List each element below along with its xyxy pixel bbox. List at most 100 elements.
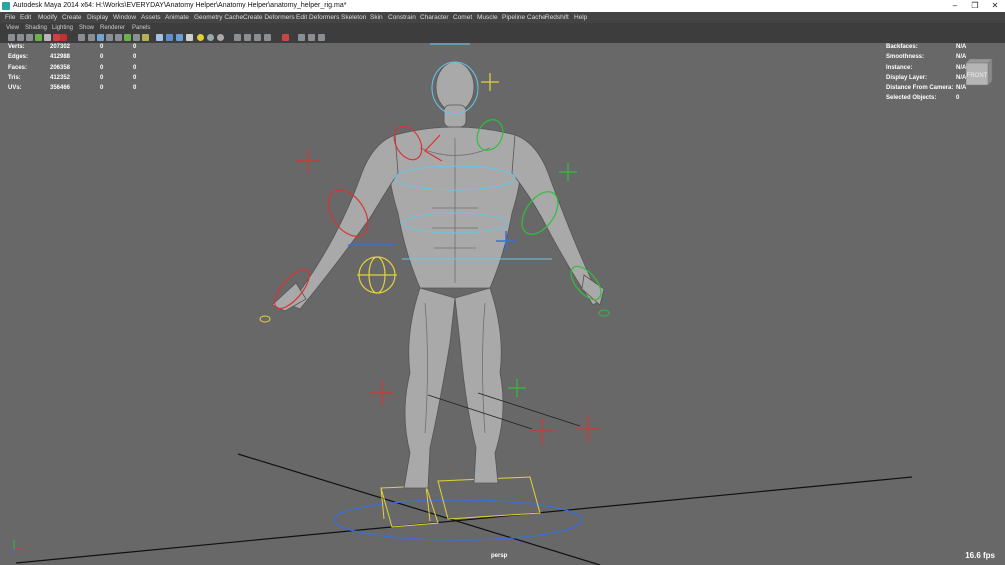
axis-gizmo-icon (9, 540, 22, 554)
panel-menu-show[interactable]: Show (79, 23, 94, 33)
hud-value: 207302 (50, 44, 71, 50)
hud-label: Tris: (8, 74, 21, 81)
menu-edit-deformers[interactable]: Edit Deformers (296, 12, 339, 23)
scene-canvas (9, 43, 913, 565)
isolate-icon[interactable] (142, 34, 149, 41)
close-button[interactable]: ✕ (985, 0, 1005, 12)
depth-of-field-icon[interactable] (254, 34, 261, 41)
grid-axis-line (15, 476, 913, 564)
pole-vector-lines (427, 392, 581, 430)
hud-label: Edges: (8, 54, 29, 61)
menu-create-deformers[interactable]: Create Deformers (243, 12, 295, 23)
hud-value: N/A (956, 44, 967, 50)
menu-comet[interactable]: Comet (453, 12, 472, 23)
hud-value: 0 (100, 64, 104, 71)
hud-value: 0 (133, 54, 137, 61)
ambient-occlusion-icon[interactable] (217, 34, 224, 41)
grid-icon[interactable] (78, 34, 85, 41)
minimize-button[interactable]: – (945, 0, 965, 12)
multisample-icon[interactable] (244, 34, 251, 41)
resolution-gate-icon[interactable] (97, 34, 104, 41)
menu-window[interactable]: Window (113, 12, 136, 23)
hud-label: Faces: (8, 64, 28, 71)
hud-label: Selected Objects: (886, 95, 937, 102)
menu-edit[interactable]: Edit (20, 12, 31, 23)
smooth-shade-icon[interactable] (166, 34, 173, 41)
hud-value: 0 (133, 74, 137, 81)
image-plane-icon[interactable] (35, 34, 42, 41)
panel-menu-panels[interactable]: Panels (132, 23, 150, 33)
hud-value: 0 (100, 74, 104, 81)
menu-constrain[interactable]: Constrain (388, 12, 416, 23)
panel-menu-renderer[interactable]: Renderer (100, 23, 125, 33)
shadows-icon[interactable] (207, 34, 214, 41)
motion-blur-icon[interactable] (234, 34, 241, 41)
menu-skin[interactable]: Skin (370, 12, 383, 23)
view-cube-label: FRONT (967, 73, 988, 79)
viewport-3d[interactable]: Verts: 207302 0 0 Edges: 412988 0 0 Faces: 2063… (0, 43, 1005, 565)
menu-create[interactable]: Create (62, 12, 82, 23)
safe-title-icon[interactable] (133, 34, 140, 41)
window-title: Autodesk Maya 2014 x64: H:\Works\EVERYDA… (13, 2, 347, 9)
bookmark-icon[interactable] (26, 34, 33, 41)
hud-value: 0 (133, 85, 137, 92)
camera-attributes-icon[interactable] (17, 34, 24, 41)
viewport-settings-icon[interactable] (318, 34, 325, 41)
camera-name: persp (491, 553, 508, 559)
hud-label: UVs: (8, 85, 22, 92)
hud-icon[interactable] (308, 34, 315, 41)
hud-label: Smoothness: (886, 54, 925, 61)
xray-joints-icon[interactable] (282, 34, 289, 41)
menu-geometry-cache[interactable]: Geometry Cache (194, 12, 243, 23)
record-icon[interactable] (53, 34, 60, 41)
xray-components-icon[interactable] (298, 34, 305, 41)
hud-value: 0 (100, 44, 104, 50)
hud-value: 0 (956, 95, 960, 102)
panel-menu-bar: View Shading Lighting Show Renderer Pane… (0, 23, 1005, 33)
hud-value: 206358 (50, 64, 71, 71)
hud-label: Distance From Camera: (886, 85, 954, 92)
wireframe-icon[interactable] (156, 34, 163, 41)
hud-label: Verts: (8, 44, 25, 50)
panel-menu-shading[interactable]: Shading (25, 23, 47, 33)
menu-skeleton[interactable]: Skeleton (341, 12, 366, 23)
menu-display[interactable]: Display (87, 12, 108, 23)
hud-value: 412988 (50, 54, 71, 61)
safe-action-icon[interactable] (124, 34, 131, 41)
menu-redshift[interactable]: Redshift (545, 12, 569, 23)
gate-mask-icon[interactable] (106, 34, 113, 41)
xray-icon[interactable] (264, 34, 271, 41)
menu-muscle[interactable]: Muscle (477, 12, 498, 23)
fps-counter: 16.6 fps (965, 551, 995, 560)
hud-value: 0 (100, 85, 104, 92)
hud-value: 0 (133, 44, 137, 50)
wireframe-on-shaded-icon[interactable] (176, 34, 183, 41)
lights-icon[interactable] (197, 34, 204, 41)
hud-value: 0 (133, 64, 137, 71)
menu-assets[interactable]: Assets (141, 12, 161, 23)
restore-button[interactable]: ❐ (965, 0, 985, 12)
select-camera-icon[interactable] (8, 34, 15, 41)
panel-menu-lighting[interactable]: Lighting (52, 23, 73, 33)
right-hand-pin[interactable] (598, 309, 610, 317)
menu-animate[interactable]: Animate (165, 12, 189, 23)
grease-pencil-icon[interactable] (44, 34, 51, 41)
view-cube[interactable]: FRONT (962, 55, 994, 87)
textured-icon[interactable] (186, 34, 193, 41)
panel-menu-view[interactable]: View (6, 23, 19, 33)
left-hand-pin[interactable] (259, 315, 271, 323)
stop-icon[interactable] (60, 34, 67, 41)
hud-label: Backfaces: (886, 44, 918, 50)
menu-modify[interactable]: Modify (38, 12, 57, 23)
film-gate-icon[interactable] (88, 34, 95, 41)
hud-value: 0 (100, 54, 104, 61)
menu-pipeline-cache[interactable]: Pipeline Cache (502, 12, 546, 23)
menu-file[interactable]: File (5, 12, 15, 23)
hud-value: 356466 (50, 85, 71, 92)
anatomy-model[interactable] (271, 61, 605, 489)
menu-help[interactable]: Help (574, 12, 587, 23)
hud-label: Display Layer: (886, 74, 928, 81)
menu-character[interactable]: Character (420, 12, 449, 23)
title-bar: Autodesk Maya 2014 x64: H:\Works\EVERYDA… (0, 0, 1005, 12)
field-chart-icon[interactable] (115, 34, 122, 41)
